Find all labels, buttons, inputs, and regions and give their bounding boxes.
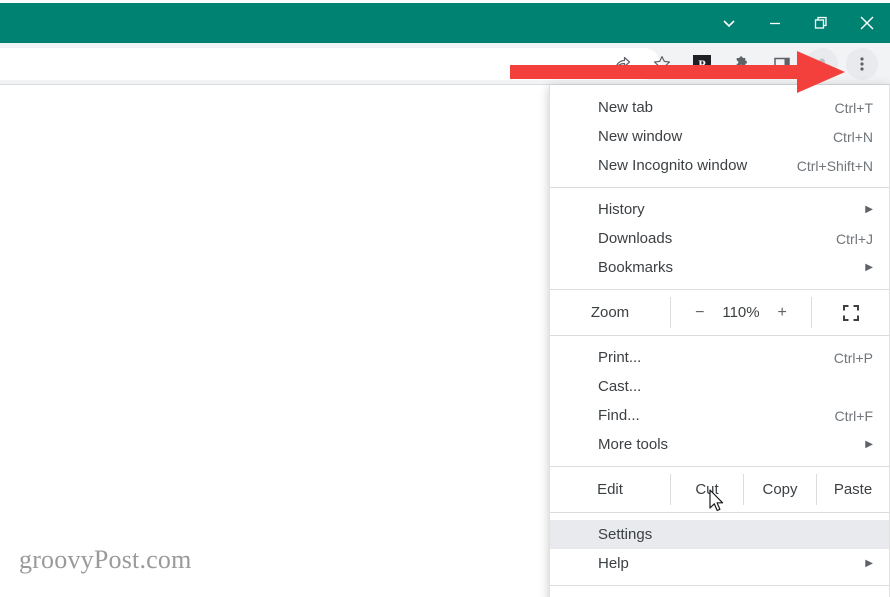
menu-item-label: History [598,201,645,218]
restore-icon [814,16,827,29]
watermark: groovyPost.com [19,545,192,574]
menu-item-shortcut: Ctrl+F [834,407,874,424]
avatar-glyph-icon [815,58,829,71]
menu-item-label: Settings [598,526,653,543]
share-glyph-icon [615,56,631,70]
collapse-chevron-button[interactable] [706,3,752,43]
menu-item-shortcut: Ctrl+T [834,99,874,116]
menu-item-label: New window [598,128,683,145]
cut-button[interactable]: Cut [671,474,743,505]
copy-button[interactable]: Copy [744,474,816,505]
three-dot-menu-icon[interactable] [846,48,878,80]
menu-item-label: Bookmarks [598,259,674,276]
menu-item-cast[interactable]: Cast... [550,372,889,401]
extension-p-icon[interactable]: P [686,48,718,80]
menu-item-settings[interactable]: Settings [550,520,889,549]
menu-item-new-window[interactable]: New window Ctrl+N [550,122,889,151]
browser-screenshot: P New tab Ctrl+T New window Ctrl+N New I… [0,0,890,597]
zoom-controls: −110% + [671,297,811,328]
close-button[interactable] [844,3,890,43]
fullscreen-button[interactable] [812,297,889,328]
menu-item-label: New Incognito window [598,157,748,174]
menu-item-label: Cast... [598,378,642,395]
zoom-label: Zoom [590,304,630,321]
close-icon [860,16,874,30]
minimize-button[interactable] [752,3,798,43]
menu-separator [550,585,889,586]
menu-item-shortcut: Ctrl+Shift+N [796,157,873,174]
menu-item-downloads[interactable]: Downloads Ctrl+J [550,224,889,253]
fullscreen-icon [842,304,859,321]
restore-button[interactable] [798,3,844,43]
menu-item-shortcut: Ctrl+N [832,128,873,145]
zoom-out-button[interactable]: − [689,304,711,322]
submenu-arrow-icon: ▶ [865,438,873,450]
three-dot-glyph-icon [860,57,864,71]
zoom-in-button[interactable]: + [771,304,793,322]
menu-separator [550,335,889,336]
menu-item-history[interactable]: History ▶ [550,195,889,224]
menu-item-exit[interactable]: Exit [550,593,889,597]
puzzle-glyph-icon [736,56,747,67]
chevron-down-icon [723,20,735,28]
menu-item-label: Help [598,555,629,572]
menu-item-find[interactable]: Find... Ctrl+F [550,401,889,430]
minimize-icon [770,22,780,25]
menu-zoom-row: Zoom −110% + [550,297,889,328]
window-titlebar [0,3,890,43]
menu-item-new-tab[interactable]: New tab Ctrl+T [550,93,889,122]
menu-item-help[interactable]: Help ▶ [550,549,889,578]
bookmark-star-icon[interactable] [646,48,678,80]
extension-p-badge: P [693,55,711,73]
menu-item-more-tools[interactable]: More tools ▶ [550,430,889,459]
star-glyph-icon [653,56,671,72]
menu-separator [550,289,889,290]
chrome-main-menu[interactable]: New tab Ctrl+T New window Ctrl+N New Incogni… [549,85,890,597]
menu-item-label: Downloads [598,230,673,247]
submenu-arrow-icon: ▶ [865,203,873,215]
puzzle-piece-icon[interactable] [726,48,758,80]
address-bar[interactable] [0,48,660,80]
mouse-cursor-icon [709,489,724,512]
window-controls [706,3,890,43]
menu-item-label: More tools [598,436,669,453]
menu-item-shortcut: Ctrl+P [833,349,873,366]
menu-separator [550,187,889,188]
menu-item-bookmarks[interactable]: Bookmarks ▶ [550,253,889,282]
submenu-arrow-icon: ▶ [865,557,873,569]
submenu-arrow-icon: ▶ [865,261,873,273]
toolbar-icon-group: P [602,43,890,85]
menu-separator [550,466,889,467]
menu-item-label: Print... [598,349,642,366]
zoom-level-value: 110% [722,304,760,321]
paste-button[interactable]: Paste [817,474,889,505]
menu-item-label: New tab [598,99,654,116]
edit-label-cell: Edit [597,481,623,498]
share-icon[interactable] [606,48,638,80]
menu-item-label: Find... [598,407,640,424]
profile-avatar-icon[interactable] [806,48,838,80]
menu-item-print[interactable]: Print... Ctrl+P [550,343,889,372]
side-panel-glyph-icon [774,57,790,71]
menu-item-shortcut: Ctrl+J [836,230,873,247]
menu-item-new-incognito-window[interactable]: New Incognito window Ctrl+Shift+N [550,151,889,180]
side-panel-icon[interactable] [766,48,798,80]
